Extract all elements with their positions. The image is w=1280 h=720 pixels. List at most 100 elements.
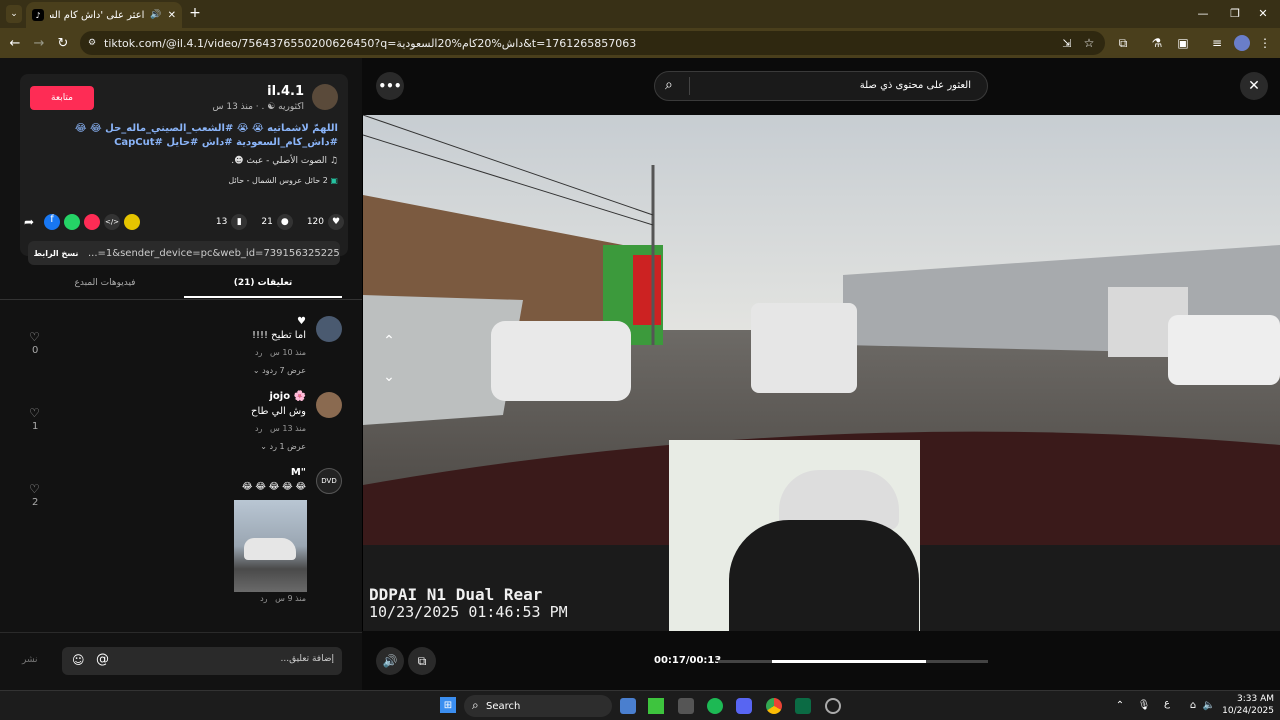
- app-icon-1[interactable]: [620, 698, 636, 714]
- previous-video-icon[interactable]: ⌃: [379, 331, 399, 351]
- panel-tabs: فيديوهات المبدع تعليقات (21): [0, 270, 362, 300]
- facebook-icon[interactable]: f: [44, 214, 60, 230]
- commenter-avatar[interactable]: DVD: [316, 468, 342, 494]
- menu-icon[interactable]: ⋮: [1258, 36, 1272, 50]
- windows-start-icon[interactable]: ⊞: [440, 697, 456, 713]
- details-panel: il.4.1 اكثوريه ☯ . · منذ 13 س متابعة الل…: [0, 58, 362, 690]
- speaker-icon[interactable]: 🔈: [1202, 699, 1216, 711]
- extensions-icon[interactable]: ⧉: [1116, 36, 1130, 50]
- author-username[interactable]: il.4.1: [267, 84, 304, 99]
- playlist-label[interactable]: ▣ 2 حائل عروس الشمال - حائل: [228, 176, 338, 185]
- reply-link[interactable]: رد: [255, 424, 262, 433]
- comment-heart-icon[interactable]: ♡: [29, 330, 40, 344]
- profile-avatar[interactable]: [1234, 35, 1250, 51]
- commenter-name[interactable]: ♥: [297, 316, 306, 327]
- site-info-icon[interactable]: ⚙: [88, 38, 96, 48]
- volume-icon[interactable]: 🔊: [376, 647, 404, 675]
- tab-creator-videos[interactable]: فيديوهات المبدع: [20, 278, 190, 288]
- action-row: ➦ f </> 13 ▮ 21 ● 120 ♥: [24, 210, 344, 234]
- copy-link-button[interactable]: نسخ الرابط: [28, 249, 84, 258]
- comment-heart-icon[interactable]: ♡: [29, 406, 40, 420]
- app-icon-8[interactable]: [825, 698, 841, 714]
- taskbar-search[interactable]: ⌕ Search: [464, 695, 612, 717]
- restore-button[interactable]: ❐: [1228, 6, 1242, 20]
- share-arrow-icon[interactable]: ➦: [24, 215, 44, 229]
- chrome-icon[interactable]: [766, 698, 782, 714]
- clock[interactable]: 3:33 AM 10/24/2025: [1222, 693, 1274, 717]
- tab-list-button[interactable]: ⌄: [6, 5, 22, 23]
- progress-track[interactable]: [718, 660, 988, 663]
- caption: اللهمّ لاشماتيه 😭 😭 #الشعب_الصيني_ماله_ح…: [74, 123, 338, 148]
- next-video-icon[interactable]: ⌄: [379, 367, 399, 387]
- minimize-button[interactable]: —: [1196, 6, 1210, 20]
- video-controls: 🔊 ⧉ 00:17/00:13: [362, 631, 1280, 690]
- forward-icon[interactable]: →: [32, 36, 46, 51]
- active-tab[interactable]: ♪ اعثر على 'داش كام السعودية' على تيك تو…: [26, 2, 182, 28]
- more-options-icon[interactable]: •••: [376, 72, 404, 100]
- follow-button[interactable]: متابعة: [30, 86, 94, 110]
- emoji-icon[interactable]: ☺: [72, 653, 85, 667]
- bookmark-star-icon[interactable]: ☆: [1082, 36, 1096, 50]
- playlist-icon: ▣: [327, 176, 338, 185]
- reply-link[interactable]: رد: [260, 594, 267, 603]
- bookmark-icon[interactable]: ▮: [231, 214, 248, 230]
- view-replies-link[interactable]: عرض 1 رد ⌄: [260, 442, 306, 451]
- discord-icon[interactable]: [736, 698, 752, 714]
- commenter-avatar[interactable]: [316, 316, 342, 342]
- view-replies-link[interactable]: عرض 7 ردود ⌄: [253, 366, 306, 375]
- language-indicator[interactable]: ع: [1164, 698, 1170, 709]
- search-icon[interactable]: ⌕: [665, 77, 673, 93]
- reply-link[interactable]: رد: [255, 348, 262, 357]
- media-icon[interactable]: ≡: [1210, 36, 1224, 50]
- toolbar: ← → ↻ ⚙ tiktok.com/@il.4.1/video/7564376…: [0, 28, 1280, 58]
- spotify-icon[interactable]: [707, 698, 723, 714]
- commenter-avatar[interactable]: [316, 392, 342, 418]
- taskbar-search-label: Search: [486, 700, 521, 712]
- sound-label[interactable]: ♫ الصوت الأصلي - عبث ☻.: [231, 156, 338, 166]
- comment-input[interactable]: ☺ @ إضافة تعليق...: [62, 647, 342, 675]
- commenter-name[interactable]: M": [291, 467, 306, 478]
- chevron-up-icon[interactable]: ⌃: [1114, 699, 1126, 711]
- flask-icon[interactable]: ⚗: [1150, 36, 1164, 50]
- comment-meta: منذ 10 س رد: [255, 348, 306, 357]
- like-count: 120: [306, 217, 324, 227]
- search-placeholder: العثور على محتوى ذي صلة: [859, 80, 971, 91]
- app-icon-minecraft[interactable]: [648, 698, 664, 714]
- whatsapp-icon[interactable]: [64, 214, 80, 230]
- install-icon[interactable]: ⇲: [1060, 36, 1074, 50]
- app-icon-3[interactable]: [678, 698, 694, 714]
- new-tab-button[interactable]: +: [188, 5, 202, 21]
- commenter-name[interactable]: jojo 🌸: [269, 391, 306, 402]
- comment-placeholder: إضافة تعليق...: [280, 654, 334, 664]
- telegram-icon[interactable]: [84, 214, 100, 230]
- heart-icon[interactable]: ♥: [328, 214, 344, 230]
- save-count: 13: [215, 217, 228, 227]
- tab-comments[interactable]: تعليقات (21): [184, 278, 342, 288]
- split-view-icon[interactable]: ▣: [1176, 36, 1190, 50]
- tab-title: اعثر على 'داش كام السعودية' على تيك توك: [50, 9, 145, 21]
- comment-icon[interactable]: ●: [276, 214, 293, 230]
- comment-image[interactable]: [234, 500, 307, 592]
- miniplayer-icon[interactable]: ⧉: [408, 647, 436, 675]
- reload-icon[interactable]: ↻: [56, 36, 70, 51]
- comment-heart-icon[interactable]: ♡: [29, 482, 40, 496]
- network-icon[interactable]: ⌂: [1186, 699, 1200, 711]
- comment-bar: نشر ☺ @ إضافة تعليق...: [0, 632, 362, 690]
- comment-time: منذ 9 س: [275, 594, 306, 603]
- friends-icon[interactable]: [124, 214, 140, 230]
- video-player[interactable]: DDPAI N1 Dual Rear 10/23/2025 01:46:53 P…: [363, 115, 1280, 631]
- microphone-icon[interactable]: 🎙: [1138, 699, 1151, 711]
- close-window-button[interactable]: ✕: [1256, 6, 1270, 20]
- music-note-icon: ♫: [327, 156, 338, 166]
- author-meta: اكثوريه ☯ . · منذ 13 س: [212, 102, 305, 112]
- app-icon-7[interactable]: [795, 698, 811, 714]
- search-field[interactable]: ⌕ العثور على محتوى ذي صلة: [654, 71, 988, 101]
- author-avatar[interactable]: [312, 84, 338, 110]
- embed-icon[interactable]: </>: [104, 214, 120, 230]
- mention-icon[interactable]: @: [96, 652, 109, 667]
- address-field[interactable]: ⚙ tiktok.com/@il.4.1/video/7564376550200…: [80, 31, 1105, 55]
- close-video-icon[interactable]: ✕: [1240, 72, 1268, 100]
- back-icon[interactable]: ←: [8, 36, 22, 51]
- post-comment-button[interactable]: نشر: [22, 655, 38, 665]
- close-tab-icon[interactable]: ✕: [168, 10, 176, 21]
